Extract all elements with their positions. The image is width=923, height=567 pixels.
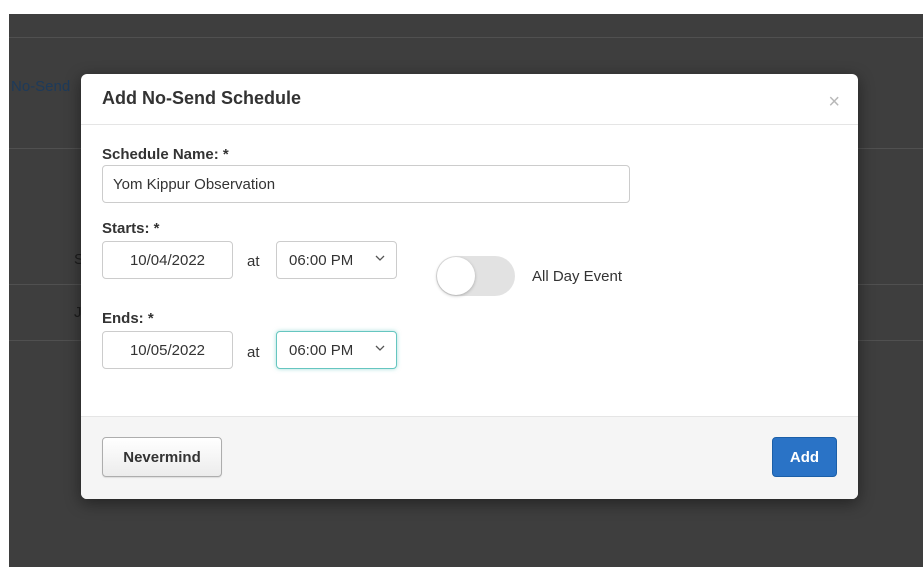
all-day-toggle[interactable] xyxy=(436,256,515,296)
chevron-down-icon xyxy=(375,345,385,351)
ends-label: Ends: * xyxy=(102,310,154,327)
app-viewport: No-Send S J Add No-Send Schedule × Sched… xyxy=(9,14,923,567)
starts-label: Starts: * xyxy=(102,220,160,237)
nevermind-button[interactable]: Nevermind xyxy=(102,437,222,477)
end-time-value: 06:00 PM xyxy=(289,342,354,359)
chevron-down-icon xyxy=(375,255,385,261)
end-at-label: at xyxy=(247,344,260,361)
toggle-knob xyxy=(437,257,475,295)
end-date-input[interactable] xyxy=(102,331,233,369)
add-button[interactable]: Add xyxy=(772,437,837,477)
close-icon[interactable]: × xyxy=(828,92,840,112)
background-divider xyxy=(9,37,923,38)
add-schedule-modal: Add No-Send Schedule × Schedule Name: * … xyxy=(81,74,858,499)
schedule-name-input[interactable] xyxy=(102,165,630,203)
modal-footer: Nevermind Add xyxy=(81,416,858,499)
start-time-value: 06:00 PM xyxy=(289,252,354,269)
end-time-select[interactable]: 06:00 PM xyxy=(276,331,397,369)
start-at-label: at xyxy=(247,253,260,270)
all-day-label: All Day Event xyxy=(532,268,623,285)
schedule-name-label: Schedule Name: * xyxy=(102,146,229,163)
background-link: No-Send xyxy=(11,78,71,95)
start-time-select[interactable]: 06:00 PM xyxy=(276,241,397,279)
start-date-input[interactable] xyxy=(102,241,233,279)
modal-header: Add No-Send Schedule × xyxy=(81,74,858,125)
modal-title: Add No-Send Schedule xyxy=(102,88,302,108)
